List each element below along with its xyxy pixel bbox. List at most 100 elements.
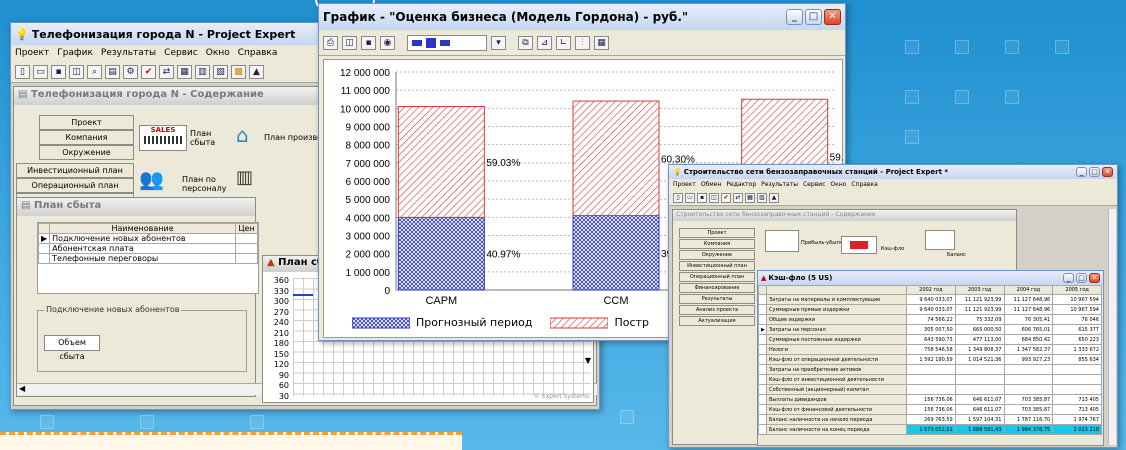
table-row[interactable]: Выплаты дивидендов 156 736,06 646 611,07 70… bbox=[758, 394, 1102, 405]
preview-icon[interactable]: ◫ bbox=[342, 35, 357, 50]
link-icon[interactable]: ⇄ bbox=[733, 192, 743, 203]
nav-results[interactable]: Результаты bbox=[679, 294, 755, 304]
nav-project[interactable]: Проект bbox=[679, 228, 755, 238]
chart-icon[interactable]: ▧ bbox=[757, 192, 767, 203]
link-icon[interactable]: ⇄ bbox=[159, 64, 174, 79]
nav-actualization[interactable]: Актуализация bbox=[679, 316, 755, 326]
preview-icon[interactable]: ◫ bbox=[69, 64, 84, 79]
close-button[interactable]: ✕ bbox=[824, 9, 841, 25]
table-icon[interactable]: ▦ bbox=[594, 35, 609, 50]
nav-investment[interactable]: Инвестиционный план bbox=[679, 261, 755, 271]
save-icon[interactable]: ▪ bbox=[361, 35, 376, 50]
sales-plan-icon[interactable]: SALES bbox=[139, 125, 187, 151]
menu-results[interactable]: Результаты bbox=[761, 181, 798, 188]
factory-icon[interactable]: ⌂ bbox=[236, 123, 262, 149]
minimize-button[interactable]: _ bbox=[1063, 273, 1074, 283]
table-row[interactable]: Кэш-фло от инвестиционной деятельности bbox=[758, 374, 1102, 385]
small-chart-line bbox=[293, 294, 313, 296]
table-row[interactable]: Телефонные переговоры bbox=[37, 253, 258, 264]
table-row[interactable]: Абонентская плата bbox=[37, 243, 258, 254]
menu-service[interactable]: Сервис bbox=[803, 181, 825, 188]
settings-icon[interactable]: ⚙ bbox=[123, 64, 138, 79]
nav-environment[interactable]: Окружение bbox=[679, 250, 755, 260]
save-icon[interactable]: ▪ bbox=[51, 64, 66, 79]
table-row[interactable]: Затраты на приобретение активов bbox=[758, 364, 1102, 375]
table-row[interactable]: ▶ Подключение новых абонентов bbox=[37, 233, 258, 244]
balance-icon[interactable] bbox=[925, 230, 955, 250]
axis-icon[interactable]: ⊿ bbox=[537, 35, 552, 50]
table-row[interactable]: ▶ Затраты на персонал 305 007,50 665 000,50… bbox=[758, 324, 1102, 335]
scroll-left-icon[interactable]: ◀ bbox=[19, 384, 25, 393]
table-icon[interactable]: ▥ bbox=[195, 64, 210, 79]
menu-project[interactable]: Проект bbox=[15, 48, 49, 58]
cashflow-icon-fill bbox=[850, 241, 868, 249]
palette-icon[interactable]: ◉ bbox=[380, 35, 395, 50]
new-file-icon[interactable]: ▯ bbox=[673, 192, 683, 203]
nav-investment[interactable]: Инвестиционный план bbox=[16, 163, 134, 178]
calc-icon[interactable]: ▦ bbox=[177, 64, 192, 79]
table-row[interactable]: Собственный (акционерный) капитал bbox=[758, 384, 1102, 395]
menu-window[interactable]: Окно bbox=[830, 181, 846, 188]
maximize-button[interactable]: □ bbox=[1089, 167, 1100, 177]
close-button[interactable]: ✕ bbox=[1102, 167, 1113, 177]
table-row[interactable]: Суммарные прямые издержки 9 640 033,07 11 … bbox=[758, 304, 1102, 315]
table-row[interactable]: Общие издержки 74 566,22 75 332,09 76 305,4… bbox=[758, 314, 1102, 325]
maximize-button[interactable]: □ bbox=[1076, 273, 1087, 283]
nav-project[interactable]: Проект bbox=[39, 115, 134, 130]
check-icon[interactable]: ✔ bbox=[721, 192, 731, 203]
grid-icon[interactable]: ▩ bbox=[231, 64, 246, 79]
close-button[interactable]: ✕ bbox=[1089, 273, 1100, 283]
graph-icon[interactable]: ▲ bbox=[769, 192, 779, 203]
profit-loss-icon[interactable] bbox=[765, 230, 799, 252]
chevron-down-icon[interactable]: ▾ bbox=[491, 35, 506, 50]
menu-editor[interactable]: Редактор bbox=[726, 181, 756, 188]
menu-window[interactable]: Окно bbox=[206, 48, 230, 58]
minimize-button[interactable]: _ bbox=[1076, 167, 1087, 177]
graph-icon[interactable]: ▲ bbox=[249, 64, 264, 79]
nav-company[interactable]: Компания bbox=[679, 239, 755, 249]
axis-l-icon[interactable]: ∟ bbox=[556, 35, 571, 50]
chart-icon[interactable]: ▧ bbox=[213, 64, 228, 79]
scroll-down-icon[interactable]: ▼ bbox=[585, 356, 591, 365]
copy-icon[interactable]: ⧉ bbox=[518, 35, 533, 50]
report-icon[interactable]: ▤ bbox=[105, 64, 120, 79]
menu-help[interactable]: Справка bbox=[851, 181, 877, 188]
table-row[interactable]: Кэш-фло от операционной деятельности 1 59… bbox=[758, 354, 1102, 365]
table-row[interactable]: Кэш-фло от финансовой деятельности 156 73… bbox=[758, 404, 1102, 415]
table-row[interactable]: Баланс наличности на конец периода 1 573 … bbox=[758, 424, 1102, 435]
table-row[interactable]: Налоги 758 546,58 1 349 808,37 1 347 582,37… bbox=[758, 344, 1102, 355]
menu-results[interactable]: Результаты bbox=[101, 48, 156, 58]
open-folder-icon[interactable]: ▭ bbox=[33, 64, 48, 79]
table-icon[interactable]: ▦ bbox=[745, 192, 755, 203]
menu-help[interactable]: Справка bbox=[238, 48, 278, 58]
nav-company[interactable]: Компания bbox=[39, 130, 134, 145]
open-folder-icon[interactable]: ▭ bbox=[685, 192, 695, 203]
nav-environment[interactable]: Окружение bbox=[39, 145, 134, 160]
menu-service[interactable]: Сервис bbox=[164, 48, 198, 58]
chart-style-dropdown[interactable] bbox=[407, 34, 487, 51]
vertical-scrollbar[interactable] bbox=[1108, 209, 1116, 445]
save-icon[interactable]: ▪ bbox=[697, 192, 707, 203]
menu-graph[interactable]: График bbox=[57, 48, 93, 58]
pin-icon[interactable]: ⫶ bbox=[575, 35, 590, 50]
building-icon[interactable]: ▥ bbox=[236, 167, 253, 188]
table-row[interactable]: Суммарные постоянные издержки 643 590,73 4… bbox=[758, 334, 1102, 345]
print-icon[interactable]: ⎙ bbox=[323, 35, 338, 50]
menu-exchange[interactable]: Обмен bbox=[701, 181, 722, 188]
maximize-button[interactable]: □ bbox=[805, 9, 822, 25]
minimize-button[interactable]: _ bbox=[786, 9, 803, 25]
personnel-icon[interactable]: 👥 bbox=[139, 167, 164, 191]
cashflow-icon[interactable] bbox=[841, 236, 877, 254]
preview-icon[interactable]: ◫ bbox=[709, 192, 719, 203]
nav-operational[interactable]: Операционный план bbox=[679, 272, 755, 282]
check-icon[interactable]: ✔ bbox=[141, 64, 156, 79]
menu-project[interactable]: Проект bbox=[673, 181, 696, 188]
table-row[interactable]: Баланс наличности на начало периода 269 7… bbox=[758, 414, 1102, 425]
new-file-icon[interactable]: ▯ bbox=[15, 64, 30, 79]
nav-financing[interactable]: Финансирование bbox=[679, 283, 755, 293]
table-row[interactable]: Затраты на материалы и комплектующие 9 64… bbox=[758, 294, 1102, 305]
find-icon[interactable]: ⌕ bbox=[87, 64, 102, 79]
tab-sales-volume[interactable]: Объем сбыта bbox=[44, 335, 100, 361]
nav-analysis[interactable]: Анализ проекта bbox=[679, 305, 755, 315]
nav-operational[interactable]: Операционный план bbox=[16, 178, 134, 193]
